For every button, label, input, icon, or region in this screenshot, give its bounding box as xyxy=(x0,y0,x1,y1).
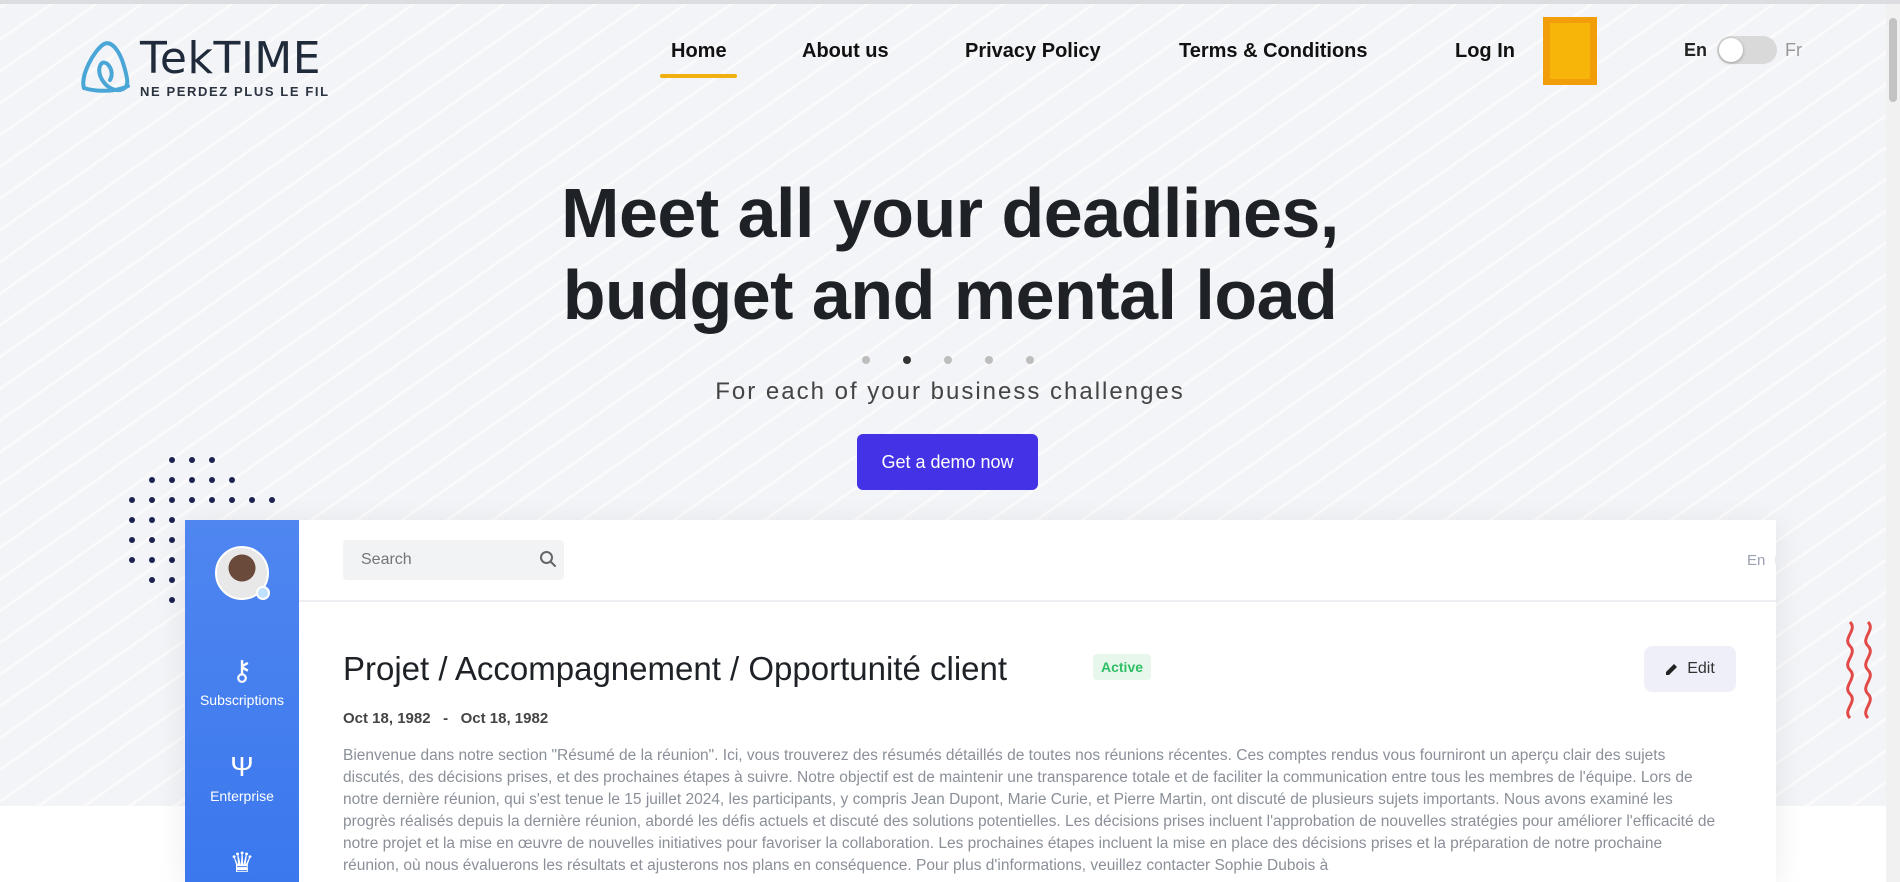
carousel-dot-1[interactable] xyxy=(862,356,870,364)
nav-home[interactable]: Home xyxy=(671,40,727,63)
lang-fr-label: Fr xyxy=(1785,39,1803,60)
nav-log-in[interactable]: Log In xyxy=(1455,40,1515,63)
avatar-status-dot xyxy=(256,586,270,600)
app-lang-en: En xyxy=(1747,551,1766,569)
sidebar-item-label: Enterprise xyxy=(210,788,274,804)
project-dates: Oct 18, 1982 - Oct 18, 1982 xyxy=(343,710,548,727)
edit-button-label: Edit xyxy=(1687,660,1715,677)
meeting-summary: Bienvenue dans notre section "Résumé de … xyxy=(343,747,1716,874)
nav-terms-conditions[interactable]: Terms & Conditions xyxy=(1179,40,1368,63)
toggle-knob xyxy=(1719,38,1744,62)
carousel-dots xyxy=(862,356,1034,364)
nav-privacy-policy[interactable]: Privacy Policy xyxy=(965,40,1101,63)
app-language-switcher: En Fr xyxy=(1747,548,1776,572)
trident-icon: Ψ xyxy=(230,751,254,782)
status-badge: Active xyxy=(1093,654,1152,680)
pencil-icon xyxy=(1666,664,1678,675)
app-language-toggle[interactable] xyxy=(1775,548,1776,572)
sidebar-item-crown[interactable]: ♛ xyxy=(185,846,299,880)
carousel-dot-2[interactable] xyxy=(903,356,911,364)
carousel-dot-5[interactable] xyxy=(1026,356,1034,364)
brand-name: TekTIME xyxy=(140,33,322,84)
hero-title: Meet all your deadlines, budget and ment… xyxy=(0,172,1900,336)
language-switcher: En Fr xyxy=(1684,36,1802,64)
decorative-zigzag xyxy=(1846,620,1872,720)
project-title: Projet / Accompagnement / Opportunité cl… xyxy=(343,650,1008,687)
nav-active-indicator xyxy=(660,74,737,78)
brand-logo[interactable]: TekTIME NE PERDEZ PLUS LE FIL xyxy=(76,36,330,99)
search-input[interactable] xyxy=(343,540,564,580)
date-end: Oct 18, 1982 xyxy=(460,710,549,727)
crown-icon: ♛ xyxy=(229,847,255,878)
carousel-dot-3[interactable] xyxy=(944,356,952,364)
nav-about-us[interactable]: About us xyxy=(802,40,889,63)
tektime-logo-icon xyxy=(81,41,130,93)
edit-button[interactable]: Edit xyxy=(1644,646,1736,692)
key-icon: ⚷ xyxy=(231,655,253,686)
search-icon[interactable] xyxy=(539,550,557,568)
sidebar-item-enterprise[interactable]: Ψ Enterprise xyxy=(185,750,299,804)
hero-title-line2: budget and mental load xyxy=(562,256,1338,334)
hero-subtitle: For each of your business challenges xyxy=(715,378,1185,405)
page-scrollbar[interactable] xyxy=(1886,4,1900,882)
language-toggle[interactable] xyxy=(1717,36,1778,64)
lang-en-label: En xyxy=(1684,39,1708,60)
get-demo-button[interactable]: Get a demo now xyxy=(857,434,1038,490)
app-preview: ⚷ Subscriptions Ψ Enterprise ♛ En Fr Pro… xyxy=(185,520,1776,882)
date-start: Oct 18, 1982 xyxy=(343,710,431,727)
hero-title-line1: Meet all your deadlines, xyxy=(561,174,1339,252)
orange-square-button[interactable] xyxy=(1543,17,1597,85)
app-sidebar: ⚷ Subscriptions Ψ Enterprise ♛ xyxy=(185,520,299,882)
app-topbar: En Fr xyxy=(299,520,1776,602)
sidebar-item-label: Subscriptions xyxy=(199,692,285,708)
brand-tagline: NE PERDEZ PLUS LE FIL xyxy=(140,84,330,99)
date-separator: - xyxy=(443,710,449,727)
scrollbar-thumb[interactable] xyxy=(1889,18,1897,102)
sidebar-item-subscriptions[interactable]: ⚷ Subscriptions xyxy=(185,654,299,708)
browser-top-edge xyxy=(0,0,1900,4)
carousel-dot-4[interactable] xyxy=(985,356,993,364)
